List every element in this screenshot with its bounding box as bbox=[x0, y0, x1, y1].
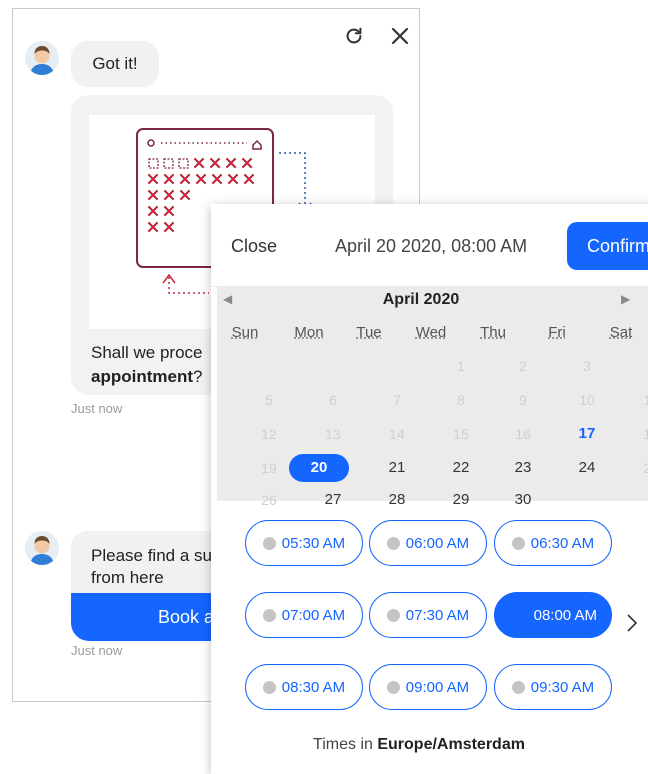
calendar-day[interactable]: 30 bbox=[496, 486, 550, 514]
refresh-icon[interactable] bbox=[341, 23, 367, 49]
calendar-day: 16 bbox=[515, 426, 531, 442]
calendar-day-selected[interactable]: 20 bbox=[289, 454, 349, 482]
calendar-day-today[interactable]: 17 bbox=[560, 420, 614, 448]
weekday-label: Tue bbox=[356, 324, 382, 341]
card-message-suffix: ? bbox=[193, 367, 203, 386]
card-message-bold: appointment bbox=[91, 367, 193, 386]
timezone-note: Times in Europe/Amsterdam bbox=[211, 736, 648, 754]
calendar-day: 10 bbox=[579, 392, 595, 408]
time-slot[interactable]: 06:30 AM bbox=[494, 520, 612, 566]
time-slot-label: 08:00 AM bbox=[533, 606, 597, 624]
time-slot-label: 06:30 AM bbox=[530, 534, 595, 552]
confirm-label: Confirm bbox=[587, 235, 648, 256]
close-icon[interactable] bbox=[387, 23, 413, 49]
time-slot[interactable]: 05:30 AM bbox=[245, 520, 363, 566]
weekday-label: Wed bbox=[415, 324, 447, 341]
message-bubble: Got it! bbox=[71, 41, 159, 87]
calendar-day: 8 bbox=[457, 392, 465, 408]
chat-header-actions bbox=[341, 23, 413, 49]
calendar-day: 1 bbox=[457, 358, 465, 374]
time-slot-label: 05:30 AM bbox=[281, 534, 346, 552]
calendar-day: 25 bbox=[643, 460, 648, 476]
calendar-day: 2 bbox=[519, 358, 527, 374]
time-slot[interactable]: 06:00 AM bbox=[369, 520, 487, 566]
message-text-line2: from here bbox=[91, 568, 164, 587]
message-text: Got it! bbox=[92, 54, 138, 73]
time-slot-label: 09:00 AM bbox=[405, 678, 470, 696]
weekday-label: Fri bbox=[548, 324, 566, 341]
time-slot[interactable]: 09:30 AM bbox=[494, 664, 612, 710]
availability-dot bbox=[386, 536, 400, 550]
time-slot[interactable]: 07:30 AM bbox=[369, 592, 487, 638]
calendar-day: 15 bbox=[453, 426, 469, 442]
calendar-day[interactable]: 23 bbox=[496, 454, 550, 482]
calendar-day: 7 bbox=[393, 392, 401, 408]
time-slot-label: 07:00 AM bbox=[281, 606, 346, 624]
weekday-label: Mon bbox=[294, 324, 324, 341]
calendar-day[interactable]: 29 bbox=[434, 486, 488, 514]
close-button[interactable]: Close bbox=[231, 236, 277, 257]
time-slot-label: 09:30 AM bbox=[530, 678, 595, 696]
message-timestamp: Just now bbox=[71, 643, 123, 658]
datetime-picker: Close April 20 2020, 08:00 AM Confirm ◀ … bbox=[211, 204, 648, 774]
calendar-day: 9 bbox=[519, 392, 527, 408]
calendar-day[interactable]: 22 bbox=[434, 454, 488, 482]
calendar-day: 14 bbox=[389, 426, 405, 442]
message-text-line1: Please find a su bbox=[91, 546, 212, 565]
picker-top-bar: Close April 20 2020, 08:00 AM Confirm bbox=[211, 204, 648, 287]
chevron-right-icon[interactable]: ▶ bbox=[621, 292, 630, 306]
card-message-line1: Shall we proce bbox=[91, 343, 203, 362]
calendar-day: 3 bbox=[583, 358, 591, 374]
avatar-icon bbox=[25, 531, 59, 565]
calendar-day: 13 bbox=[325, 426, 341, 442]
calendar: ◀ April 2020 ▶ Sun Mon Tue Wed Thu Fri S… bbox=[217, 286, 648, 508]
timezone-prefix: Times in bbox=[313, 736, 373, 753]
month-label: April 2020 bbox=[382, 291, 460, 308]
calendar-nav: ◀ April 2020 ▶ bbox=[217, 288, 648, 312]
calendar-day: 18 bbox=[643, 426, 648, 442]
time-slot-label: 07:30 AM bbox=[405, 606, 470, 624]
message-timestamp: Just now bbox=[71, 401, 123, 416]
selected-datetime: April 20 2020, 08:00 AM bbox=[335, 236, 528, 256]
calendar-day: 11 bbox=[643, 392, 648, 408]
time-slot-label: 06:00 AM bbox=[405, 534, 470, 552]
chevron-right-icon[interactable] bbox=[625, 612, 639, 641]
calendar-day[interactable]: 27 bbox=[306, 486, 360, 514]
calendar-day: 5 bbox=[265, 392, 273, 408]
time-slot[interactable]: 09:00 AM bbox=[369, 664, 487, 710]
avatar-icon bbox=[25, 41, 59, 75]
availability-dot bbox=[386, 608, 400, 622]
calendar-day[interactable]: 21 bbox=[370, 454, 424, 482]
weekday-label: Thu bbox=[480, 324, 506, 341]
calendar-day: 12 bbox=[261, 426, 277, 442]
availability-dot bbox=[262, 608, 276, 622]
weekday-label: Sun bbox=[231, 324, 259, 341]
availability-dot bbox=[262, 536, 276, 550]
time-slot[interactable]: 08:30 AM bbox=[245, 664, 363, 710]
calendar-day[interactable]: 28 bbox=[370, 486, 424, 514]
confirm-button[interactable]: Confirm bbox=[567, 222, 648, 270]
time-slot-label: 08:30 AM bbox=[281, 678, 346, 696]
timezone-name: Europe/Amsterdam bbox=[377, 736, 525, 753]
calendar-day: 26 bbox=[261, 492, 277, 508]
calendar-day: 4 bbox=[624, 352, 648, 380]
time-slot[interactable]: 07:00 AM bbox=[245, 592, 363, 638]
availability-dot bbox=[511, 680, 525, 694]
weekday-label: Sat bbox=[609, 324, 633, 341]
time-slot-selected[interactable]: 08:00 AM bbox=[494, 592, 612, 638]
availability-dot bbox=[511, 536, 525, 550]
availability-dot bbox=[262, 680, 276, 694]
calendar-day[interactable]: 24 bbox=[560, 454, 614, 482]
calendar-day: 19 bbox=[261, 460, 277, 476]
weekday-header: Sun Mon Tue Wed Thu Fri Sat bbox=[217, 324, 648, 346]
calendar-day: 6 bbox=[329, 392, 337, 408]
availability-dot bbox=[386, 680, 400, 694]
